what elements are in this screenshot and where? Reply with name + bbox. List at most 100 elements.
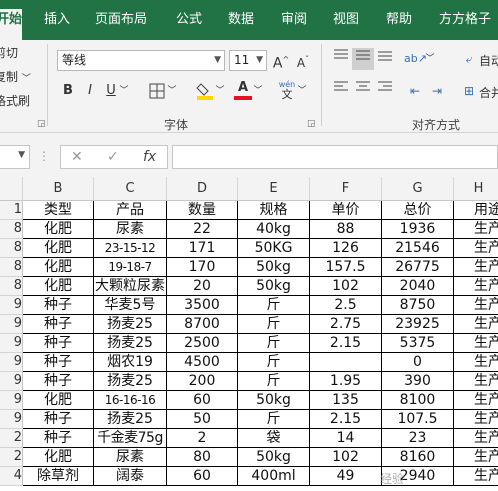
table-cell[interactable]: 2.5	[310, 296, 382, 315]
table-cell[interactable]: 390	[382, 372, 454, 391]
row-header[interactable]: 8	[0, 220, 23, 239]
table-cell[interactable]: 生产	[454, 467, 498, 486]
table-cell[interactable]: 化肥	[23, 239, 94, 258]
table-cell[interactable]	[310, 353, 382, 372]
table-cell[interactable]: 化肥	[23, 220, 94, 239]
decrease-indent-icon[interactable]: ⇤	[404, 80, 426, 102]
table-header-cell[interactable]: 数量	[167, 201, 238, 220]
table-cell[interactable]: 2.15	[310, 410, 382, 429]
table-cell[interactable]: 化肥	[23, 258, 94, 277]
row-header[interactable]: 2	[0, 448, 23, 467]
table-header-cell[interactable]: 规格	[238, 201, 310, 220]
phonetic-guide-icon[interactable]: wén 文	[276, 80, 298, 102]
table-cell[interactable]: 斤	[238, 334, 310, 353]
table-cell[interactable]: 102	[310, 277, 382, 296]
table-cell[interactable]: 21546	[382, 239, 454, 258]
table-cell[interactable]: 2500	[167, 334, 238, 353]
table-cell[interactable]: 华麦5号	[94, 296, 167, 315]
chevron-down-icon[interactable]: ﹀	[252, 80, 264, 102]
table-cell[interactable]: 生产	[454, 239, 498, 258]
table-cell[interactable]: 2.15	[310, 334, 382, 353]
table-cell[interactable]: 23-15-12	[94, 239, 167, 258]
table-cell[interactable]: 生产	[454, 315, 498, 334]
row-header[interactable]: 4	[0, 467, 23, 486]
table-cell[interactable]: 8160	[382, 448, 454, 467]
wrap-text-icon[interactable]: ⤶	[458, 48, 480, 70]
tab-fangfanggezi[interactable]: 方方格子	[439, 10, 491, 32]
table-cell[interactable]: 生产	[454, 410, 498, 429]
chevron-down-icon[interactable]: ﹀	[166, 80, 178, 102]
align-center-icon[interactable]	[352, 80, 374, 102]
drag-handle-icon[interactable]: ⋮	[38, 149, 50, 163]
table-cell[interactable]: 种子	[23, 410, 94, 429]
format-painter-button[interactable]: 格式刷	[0, 92, 30, 109]
table-cell[interactable]: 200	[167, 372, 238, 391]
table-cell[interactable]: 5375	[382, 334, 454, 353]
row-header[interactable]: 9	[0, 391, 23, 410]
insert-function-icon[interactable]: fx	[143, 149, 156, 165]
table-cell[interactable]: 扬麦25	[94, 315, 167, 334]
table-cell[interactable]: 50	[167, 410, 238, 429]
merge-center-label[interactable]: 合并	[479, 84, 498, 101]
column-header-c[interactable]: C	[94, 177, 167, 201]
table-cell[interactable]: 袋	[238, 429, 310, 448]
copy-button[interactable]: 复制 ﹀	[0, 68, 31, 85]
table-cell[interactable]: 88	[310, 220, 382, 239]
table-cell[interactable]: 135	[310, 391, 382, 410]
table-cell[interactable]: 4500	[167, 353, 238, 372]
table-cell[interactable]: 8100	[382, 391, 454, 410]
table-header-cell[interactable]: 总价	[382, 201, 454, 220]
merge-center-icon[interactable]: ⊞	[458, 80, 480, 102]
table-cell[interactable]: 斤	[238, 410, 310, 429]
table-cell[interactable]: 种子	[23, 372, 94, 391]
align-middle-icon[interactable]	[352, 48, 374, 70]
table-cell[interactable]: 尿素	[94, 448, 167, 467]
table-header-cell[interactable]: 单价	[310, 201, 382, 220]
chevron-down-icon[interactable]: ﹀	[424, 48, 436, 70]
align-left-icon[interactable]	[330, 80, 352, 102]
table-cell[interactable]: 1.95	[310, 372, 382, 391]
align-top-icon[interactable]	[330, 48, 352, 70]
table-cell[interactable]: 种子	[23, 353, 94, 372]
tab-view[interactable]: 视图	[333, 10, 359, 32]
column-header-b[interactable]: B	[23, 177, 94, 201]
chevron-down-icon[interactable]: ﹀	[296, 80, 308, 102]
align-right-icon[interactable]	[374, 80, 396, 102]
font-color-icon[interactable]: A	[232, 80, 254, 102]
table-cell[interactable]: 生产	[454, 429, 498, 448]
table-cell[interactable]: 种子	[23, 334, 94, 353]
table-header-cell[interactable]: 产品	[94, 201, 167, 220]
table-cell[interactable]: 生产	[454, 277, 498, 296]
chevron-down-icon[interactable]: ﹀	[118, 80, 130, 102]
grow-font-icon[interactable]: A^	[270, 49, 292, 72]
row-header[interactable]: 9	[0, 315, 23, 334]
table-cell[interactable]: 170	[167, 258, 238, 277]
row-header[interactable]: 8	[0, 277, 23, 296]
chevron-down-icon[interactable]: ﹀	[214, 80, 226, 102]
row-header[interactable]: 9	[0, 410, 23, 429]
table-cell[interactable]: 扬麦25	[94, 410, 167, 429]
enter-icon[interactable]: ✓	[107, 149, 119, 165]
table-cell[interactable]: 50kg	[238, 448, 310, 467]
table-cell[interactable]: 60	[167, 391, 238, 410]
tab-help[interactable]: 帮助	[386, 10, 412, 32]
table-cell[interactable]: 3500	[167, 296, 238, 315]
table-cell[interactable]: 400ml	[238, 467, 310, 486]
table-cell[interactable]: 斤	[238, 315, 310, 334]
row-header[interactable]: 9	[0, 353, 23, 372]
clipboard-dialog-launcher-icon[interactable]: ◲	[37, 119, 46, 129]
table-cell[interactable]: 化肥	[23, 391, 94, 410]
fill-color-icon[interactable]	[194, 80, 216, 102]
table-cell[interactable]: 60	[167, 467, 238, 486]
table-cell[interactable]: 50KG	[238, 239, 310, 258]
table-cell[interactable]: 生产	[454, 258, 498, 277]
table-cell[interactable]: 2.75	[310, 315, 382, 334]
table-header-cell[interactable]: 用途	[454, 201, 498, 220]
align-bottom-icon[interactable]	[374, 48, 396, 70]
table-cell[interactable]: 19-18-7	[94, 258, 167, 277]
cancel-icon[interactable]: ✕	[71, 149, 83, 165]
table-cell[interactable]: 千金麦75g	[94, 429, 167, 448]
column-header-d[interactable]: D	[167, 177, 238, 201]
table-cell[interactable]: 20	[167, 277, 238, 296]
table-cell[interactable]: 生产	[454, 391, 498, 410]
